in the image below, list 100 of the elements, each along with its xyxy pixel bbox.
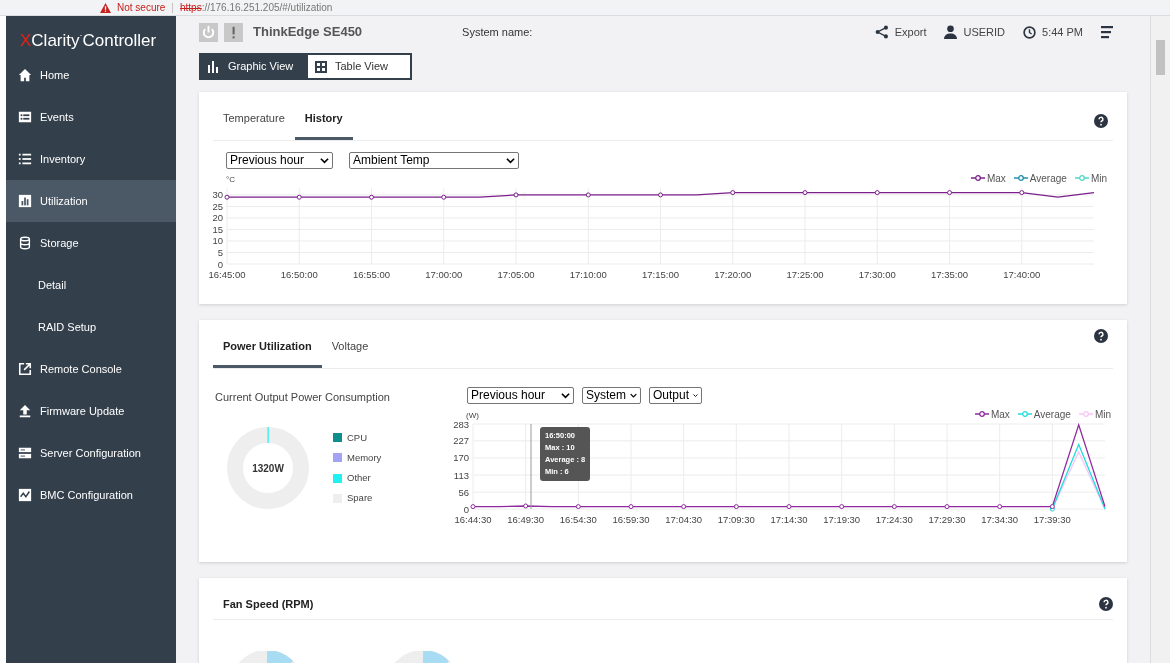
dropdown[interactable]: Previous hour	[467, 386, 574, 404]
axis-label: 56	[458, 486, 469, 498]
legend-label: Spare	[347, 491, 373, 506]
axis-label: 17:35:00	[931, 268, 968, 280]
axis-label: 16:54:30	[559, 513, 597, 525]
axis-label: 17:05:00	[497, 268, 535, 280]
axis-label: 227	[453, 434, 469, 446]
tab[interactable]: History	[294, 92, 353, 140]
nav-item[interactable]: Server Configuration	[6, 432, 176, 474]
axis-label: 0	[217, 258, 223, 269]
axis-label: 17:09:30	[717, 513, 755, 525]
legend-label: Average	[1029, 171, 1067, 186]
tab[interactable]: Temperature	[213, 92, 295, 140]
url-text: https://176.16.251.205/#/utilization	[179, 2, 333, 13]
axis-label: 15	[212, 223, 223, 235]
system-name-label: System name:	[462, 24, 533, 40]
upload-icon	[18, 404, 32, 418]
axis-label: 17:40:00	[1003, 268, 1041, 280]
legend-marker-icon	[1074, 175, 1089, 181]
nav-item[interactable]: Inventory	[6, 138, 176, 180]
axis-label: 113	[453, 469, 469, 481]
logo: XClarity·Controller	[19, 29, 158, 52]
section-title: Current Output Power Consumption	[215, 389, 391, 405]
axis-label: 17:15:00	[642, 268, 679, 280]
nav-item[interactable]: RAID Setup	[6, 306, 176, 348]
tab[interactable]: Voltage	[321, 320, 379, 368]
help-icon[interactable]	[1094, 329, 1108, 343]
legend-label: Min	[1094, 407, 1111, 422]
nav-item[interactable]: Utilization	[6, 180, 176, 222]
nav-item[interactable]: Home	[6, 54, 176, 96]
legend-label: CPU	[347, 430, 368, 445]
external-link-icon	[18, 362, 32, 376]
axis-label: 16:44:30	[454, 513, 492, 525]
caret-icon	[320, 155, 329, 165]
view-toggle[interactable]: Graphic View	[201, 55, 308, 78]
server-title: ThinkEdge SE450	[253, 23, 363, 42]
legend-label: Max	[990, 407, 1010, 422]
axis-label: 16:49:30	[507, 513, 545, 525]
nav-item[interactable]: Firmware Update	[6, 390, 176, 432]
nav-item[interactable]: Detail	[6, 264, 176, 306]
axis-label: 0	[463, 503, 469, 514]
nav-item[interactable]: Remote Console	[6, 348, 176, 390]
axis-label: 17:04:30	[665, 513, 703, 525]
axis-label: 17:39:30	[1033, 513, 1071, 525]
server-icon	[18, 446, 32, 460]
grid-icon	[315, 60, 327, 73]
user-button[interactable]: USERID	[944, 23, 1006, 41]
legend-label: Average	[1033, 407, 1071, 422]
list-icon	[18, 152, 32, 166]
axis-label: 17:10:00	[569, 268, 607, 280]
unit-label: °C	[226, 173, 235, 186]
user-icon	[944, 25, 958, 39]
separator: |	[171, 2, 174, 13]
dropdown[interactable]: Output	[649, 386, 702, 404]
axis-label: 16:50:00	[280, 268, 318, 280]
nav-item[interactable]: Storage	[6, 222, 176, 264]
axis-label: 16:45:00	[209, 268, 246, 280]
axis-label: 17:25:00	[786, 268, 824, 280]
menu-icon[interactable]	[1101, 25, 1113, 39]
axis-label: 17:20:00	[714, 268, 752, 280]
axis-label: 17:34:30	[981, 513, 1019, 525]
help-icon[interactable]	[1099, 597, 1113, 612]
axis-label: 16:59:30	[612, 513, 650, 525]
alert-icon[interactable]	[224, 22, 243, 42]
legend-marker-icon	[970, 175, 985, 181]
message-icon	[18, 110, 32, 124]
legend-marker-icon	[974, 411, 989, 417]
axis-label: 10	[212, 234, 223, 246]
axis-label: 17:19:30	[823, 513, 861, 525]
legend-label: Max	[986, 171, 1006, 186]
legend-marker-icon	[1017, 411, 1032, 417]
axis-label: 25	[212, 200, 223, 212]
dropdown[interactable]: System	[582, 386, 641, 404]
clock-time: 5:44 PM	[1042, 24, 1083, 40]
export-button[interactable]: Export	[874, 23, 927, 41]
home-icon	[18, 68, 32, 82]
help-icon[interactable]	[1094, 114, 1108, 128]
bar-chart-icon	[208, 60, 220, 73]
dropdown[interactable]: Ambient Temp	[349, 151, 519, 169]
share-icon	[874, 25, 889, 39]
unit-label: (W)	[466, 409, 479, 420]
clock-icon	[1023, 25, 1037, 39]
axis-label: 5	[217, 246, 223, 258]
legend-label: Memory	[347, 450, 382, 465]
axis-label: 17:14:30	[770, 513, 808, 525]
card-title: Fan Speed (RPM)	[222, 597, 314, 612]
axis-label: 170	[453, 451, 469, 463]
warning-icon	[100, 2, 111, 13]
axis-label: 17:29:30	[928, 513, 966, 525]
legend-label: Other	[347, 471, 371, 485]
dropdown[interactable]: Previous hour	[226, 151, 333, 169]
total-power: 1320W	[252, 461, 284, 476]
address-bar[interactable]: Not secure | https://176.16.251.205/#/utilization	[0, 0, 1170, 16]
axis-label: 20	[212, 211, 223, 223]
pulse-chart-icon	[18, 488, 32, 502]
axis-label: 17:24:30	[875, 513, 913, 525]
nav-item[interactable]: Events	[6, 96, 176, 138]
tab[interactable]: Power Utilization	[213, 320, 322, 368]
legend-label: Min	[1090, 171, 1107, 186]
nav-item[interactable]: BMC Configuration	[6, 474, 176, 516]
